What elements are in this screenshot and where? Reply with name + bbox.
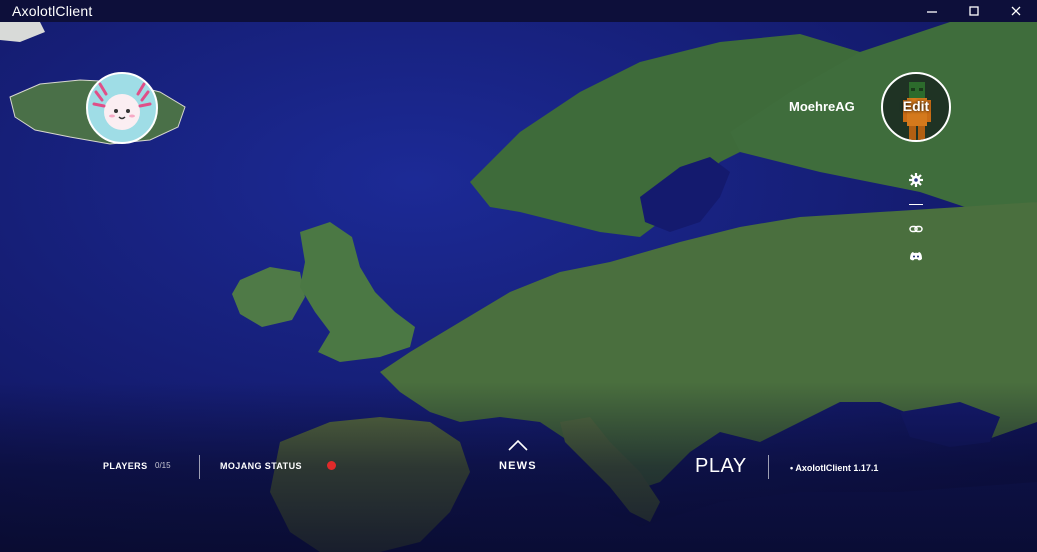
link-icon [909, 225, 923, 233]
maximize-button[interactable] [953, 0, 995, 22]
close-icon [1011, 6, 1021, 16]
players-label: PLAYERS [103, 461, 148, 471]
footer-divider-left [199, 455, 200, 479]
version-selector[interactable]: • AxolotlClient 1.17.1 [790, 463, 878, 473]
maximize-icon [969, 6, 979, 16]
link-button[interactable] [906, 221, 926, 237]
window-controls [911, 0, 1037, 22]
settings-button[interactable] [906, 172, 926, 188]
client-logo-avatar[interactable] [86, 72, 158, 144]
minimize-icon [927, 11, 937, 13]
players-count: 0/15 [155, 461, 171, 470]
news-toggle-button[interactable] [507, 438, 529, 452]
discord-icon [910, 252, 922, 261]
edit-skin-button[interactable]: Edit [881, 72, 951, 142]
username-label: MoehreAG [789, 99, 855, 114]
edit-label: Edit [902, 98, 930, 114]
title-bar: AxolotlClient [0, 0, 1037, 22]
chevron-up-icon [508, 439, 528, 451]
app-title: AxolotlClient [12, 3, 93, 19]
close-button[interactable] [995, 0, 1037, 22]
mojang-status-label: MOJANG STATUS [220, 461, 302, 471]
axolotl-icon [92, 82, 152, 130]
news-label[interactable]: NEWS [499, 460, 537, 472]
side-divider [909, 204, 923, 205]
gear-icon [909, 173, 923, 187]
minimize-button[interactable] [911, 0, 953, 22]
discord-button[interactable] [906, 248, 926, 264]
play-button[interactable]: PLAY [695, 455, 747, 478]
mojang-status-indicator [327, 461, 336, 470]
footer-divider-right [768, 455, 769, 479]
